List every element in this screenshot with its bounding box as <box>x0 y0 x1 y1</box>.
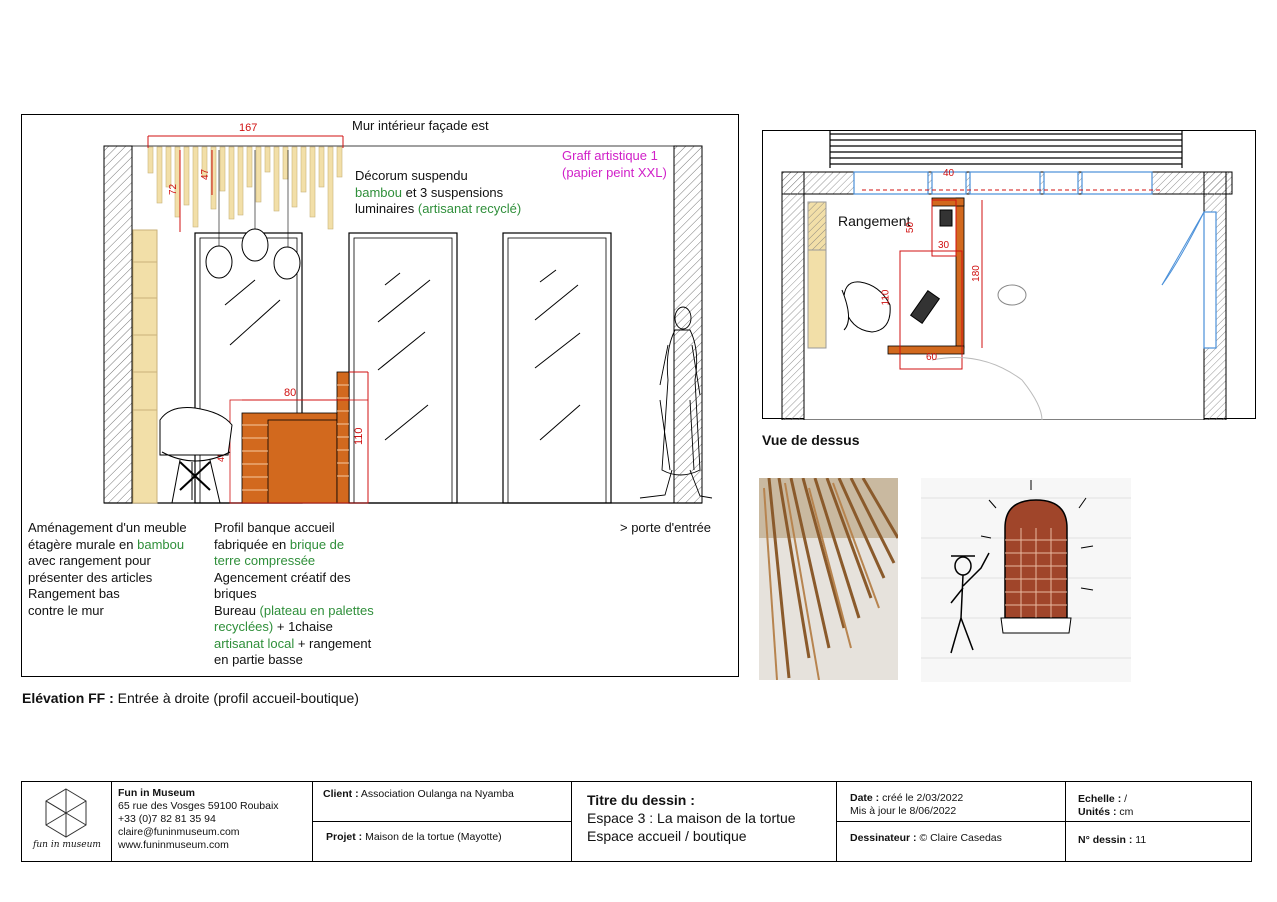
note-mid-7a: recyclées) <box>214 619 274 634</box>
note-mid-8a: artisanat local <box>214 635 295 651</box>
note-mid-2: fabriquée en brique de <box>214 537 394 554</box>
decorum-recycle: (artisanat recyclé) <box>417 201 522 216</box>
decorum-line-1: Décorum suspendu <box>355 168 468 183</box>
logo-icon <box>45 788 87 838</box>
company-name: Fun in Museum <box>118 787 195 799</box>
plan-caption: Vue de dessus <box>762 432 860 448</box>
unites-label: Unités : <box>1078 806 1117 818</box>
note-mid-5: briques <box>214 586 257 601</box>
client-value: Association Oulanga na Nyamba <box>358 788 514 800</box>
plan-dim-50: 50 <box>905 221 917 234</box>
dim-47: 47 <box>200 168 211 180</box>
dim-110: 110 <box>353 427 365 445</box>
company-web: www.funinmuseum.com <box>118 839 229 851</box>
elevation-caption: Elévation FF : Entrée à droite (profil a… <box>22 690 359 706</box>
note-mid-6b: (plateau en palettes <box>259 602 374 618</box>
caption-bold: Elévation FF : <box>22 690 114 706</box>
decorum-bamboo: bambou <box>355 184 402 200</box>
note-mid-7b: + 1chaise <box>273 619 333 634</box>
decorum-note: Décorum suspendu bambou et 3 suspensions… <box>355 168 555 218</box>
note-left-4: présenter des articles <box>28 569 153 585</box>
note-left-2b: bambou <box>137 536 185 552</box>
echelle-label: Echelle : <box>1078 793 1122 805</box>
logo-text: fun in museum <box>33 840 101 850</box>
unites-value: cm <box>1116 806 1134 818</box>
mirror-middle <box>348 232 458 504</box>
note-left-2: étagère murale en bambou <box>28 537 208 554</box>
note-left-1: Aménagement d'un meuble <box>28 520 187 535</box>
client-cell: Client : Association Oulanga na Nyamba <box>323 788 514 801</box>
client-label: Client : <box>323 788 359 800</box>
date-label: Date : <box>850 792 880 804</box>
note-porte-entree: > porte d'entrée <box>620 520 712 535</box>
chair-sketch <box>159 407 233 504</box>
caption-rest: Entrée à droite (profil accueil-boutique… <box>113 690 359 706</box>
decorum-luminaires: luminaires <box>355 201 418 216</box>
date-cell: Date : créé le 2/03/2022 Mis à jour le 8… <box>850 792 963 818</box>
dessinateur-label: Dessinateur : <box>850 832 917 844</box>
plan-dim-60: 60 <box>926 352 938 363</box>
note-mid-1: Profil banque accueil <box>214 520 335 535</box>
mirror-right <box>502 232 612 504</box>
decorum-line-3: luminaires (artisanat recyclé) <box>355 201 555 218</box>
note-left-5: Rangement bas <box>28 586 120 601</box>
plan-rangement-label: Rangement <box>838 213 911 229</box>
note-middle: Profil banque accueil fabriquée en briqu… <box>214 520 394 669</box>
note-mid-3: terre compressée <box>214 553 316 568</box>
note-mid-6: Bureau (plateau en palettes <box>214 603 394 620</box>
date-created: créé le 2/03/2022 <box>879 792 964 804</box>
titre-line-1: Espace 3 : La maison de la tortue <box>587 810 796 826</box>
brick-wall-sketch <box>921 478 1131 682</box>
note-left: Aménagement d'un meuble étagère murale e… <box>28 520 208 619</box>
dessinateur-cell: Dessinateur : © Claire Casedas <box>850 832 1002 845</box>
note-mid-8: artisanat local + rangement <box>214 636 394 653</box>
graff-line-2: (papier peint XXL) <box>562 164 667 180</box>
echelle-value: / <box>1121 793 1128 805</box>
plan-dim-110: 110 <box>880 289 892 306</box>
graff-line-1: Graff artistique 1 <box>562 148 658 163</box>
plan-view <box>762 130 1256 420</box>
note-left-6: contre le mur <box>28 602 104 618</box>
note-mid-2b: brique de <box>289 536 345 552</box>
note-mid-4: Agencement créatif des <box>214 569 351 585</box>
note-mid-8b: + rangement <box>294 635 372 651</box>
note-left-3: avec rangement pour <box>28 553 151 568</box>
company-phone: +33 (0)7 82 81 35 94 <box>118 813 216 825</box>
elevation-header: Mur intérieur façade est <box>352 118 489 133</box>
ndessin-cell: N° dessin : 11 <box>1078 834 1146 847</box>
plan-dim-30: 30 <box>938 240 950 251</box>
company-email: claire@funinmuseum.com <box>118 826 240 838</box>
company-address: 65 rue des Vosges 59100 Roubaix <box>118 800 279 812</box>
ndessin-label: N° dessin : <box>1078 834 1133 846</box>
note-mid-6a: Bureau <box>214 602 260 618</box>
decorum-line-2: bambou et 3 suspensions <box>355 185 555 202</box>
right-wall <box>673 145 703 504</box>
company-info: Fun in Museum 65 rue des Vosges 59100 Ro… <box>118 787 308 852</box>
titre-cell: Titre du dessin : Espace 3 : La maison d… <box>587 791 796 845</box>
titre-line-2: Espace accueil / boutique <box>587 828 747 844</box>
titre-label: Titre du dessin : <box>587 792 695 808</box>
plan-dim-40: 40 <box>943 168 955 179</box>
plan-dim-180: 180 <box>970 265 982 282</box>
decorum-rest: et 3 suspensions <box>401 184 504 200</box>
graff-note: Graff artistique 1 (papier peint XXL) <box>562 148 682 181</box>
dessinateur-value: © Claire Casedas <box>916 832 1002 844</box>
note-mid-7: recyclées) + 1chaise <box>214 619 394 636</box>
echelle-cell: Echelle : / Unités : cm <box>1078 793 1133 819</box>
note-mid-2a: fabriquée en <box>214 536 290 552</box>
note-left-2a: étagère murale en <box>28 536 138 552</box>
dim-167: 167 <box>239 122 257 134</box>
note-mid-9: en partie basse <box>214 652 303 667</box>
left-wall <box>103 145 133 504</box>
date-updated: Mis à jour le 8/06/2022 <box>850 805 957 817</box>
bamboo-shelf <box>132 229 158 504</box>
ndessin-value: 11 <box>1132 834 1147 846</box>
dim-80: 80 <box>284 387 296 399</box>
projet-cell: Projet : Maison de la tortue (Mayotte) <box>326 831 502 844</box>
dim-72: 72 <box>168 183 179 195</box>
projet-label: Projet : <box>326 831 363 843</box>
projet-value: Maison de la tortue (Mayotte) <box>362 831 502 843</box>
bamboo-decor-photo <box>759 478 898 680</box>
